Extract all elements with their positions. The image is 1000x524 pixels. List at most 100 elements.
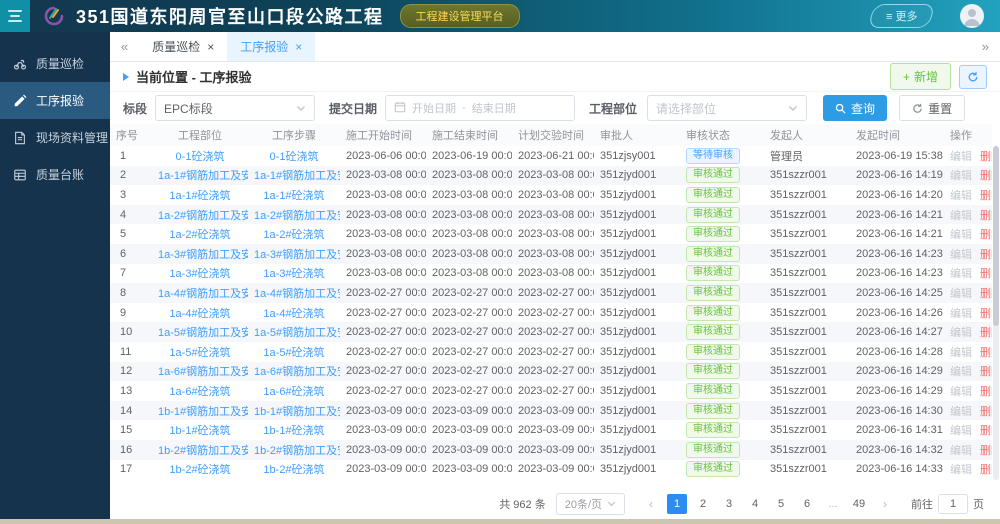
tab-0[interactable]: 质量巡检 × — [139, 32, 227, 61]
scrollbar-thumb[interactable] — [993, 146, 999, 326]
edit-action[interactable]: 编辑 — [950, 425, 972, 437]
page-button-4[interactable]: 4 — [745, 494, 765, 514]
step-link[interactable]: 1b-1#钢筋加工及安装 — [254, 406, 340, 418]
page-size-select[interactable]: 20条/页 — [555, 492, 625, 515]
edit-action[interactable]: 编辑 — [950, 347, 972, 359]
delete-action[interactable]: 删除 — [980, 347, 992, 359]
part-link[interactable]: 1a-4#砼浇筑 — [169, 308, 230, 320]
edit-action[interactable]: 编辑 — [950, 210, 972, 222]
vertical-scrollbar[interactable] — [993, 146, 999, 480]
edit-action[interactable]: 编辑 — [950, 229, 972, 241]
add-button[interactable]: + 新增 — [889, 63, 951, 90]
part-link[interactable]: 1a-2#钢筋加工及安装 — [158, 210, 248, 222]
step-link[interactable]: 1a-4#砼浇筑 — [263, 308, 324, 320]
page-button-1[interactable]: 1 — [667, 493, 687, 514]
step-link[interactable]: 1a-2#砼浇筑 — [263, 229, 324, 241]
edit-action[interactable]: 编辑 — [950, 464, 972, 476]
part-link[interactable]: 1a-1#砼浇筑 — [169, 190, 230, 202]
edit-action[interactable]: 编辑 — [950, 268, 972, 280]
delete-action[interactable]: 删除 — [980, 268, 992, 280]
edit-action[interactable]: 编辑 — [950, 170, 972, 182]
tab-close-icon[interactable]: × — [295, 41, 302, 53]
part-link[interactable]: 1a-3#砼浇筑 — [169, 268, 230, 280]
search-button[interactable]: 查询 — [823, 95, 888, 121]
user-avatar[interactable] — [960, 4, 984, 28]
tabs-collapse-icon[interactable]: « — [110, 39, 139, 54]
page-button-2[interactable]: 2 — [693, 494, 713, 514]
delete-action[interactable]: 删除 — [980, 229, 992, 241]
more-button[interactable]: ≡ 更多 — [867, 4, 936, 28]
refresh-button[interactable] — [959, 64, 987, 89]
reset-button[interactable]: 重置 — [899, 95, 966, 121]
part-link[interactable]: 1a-5#砼浇筑 — [169, 347, 230, 359]
delete-action[interactable]: 删除 — [980, 445, 992, 457]
delete-action[interactable]: 删除 — [980, 327, 992, 339]
delete-action[interactable]: 删除 — [980, 406, 992, 418]
sidebar-item-2[interactable]: 现场资料管理 — [0, 119, 110, 156]
delete-action[interactable]: 删除 — [980, 366, 992, 378]
goto-page-input[interactable] — [938, 493, 968, 514]
next-page-button[interactable]: › — [875, 494, 895, 514]
delete-action[interactable]: 删除 — [980, 190, 992, 202]
tab-1[interactable]: 工序报验 × — [227, 32, 316, 61]
sidebar-item-0[interactable]: 质量巡检 — [0, 45, 110, 82]
delete-action[interactable]: 删除 — [980, 288, 992, 300]
step-link[interactable]: 1b-2#砼浇筑 — [263, 464, 324, 476]
part-link[interactable]: 1b-2#砼浇筑 — [169, 464, 230, 476]
step-link[interactable]: 1a-1#砼浇筑 — [263, 190, 324, 202]
sidebar-item-1[interactable]: 工序报验 — [0, 82, 110, 119]
page-button-6[interactable]: 6 — [797, 494, 817, 514]
delete-action[interactable]: 删除 — [980, 308, 992, 320]
delete-action[interactable]: 删除 — [980, 425, 992, 437]
step-link[interactable]: 1a-1#钢筋加工及安装 — [254, 170, 340, 182]
edit-action[interactable]: 编辑 — [950, 308, 972, 320]
edit-action[interactable]: 编辑 — [950, 190, 972, 202]
delete-action[interactable]: 删除 — [980, 210, 992, 222]
step-link[interactable]: 1a-3#钢筋加工及安装 — [254, 249, 340, 261]
step-link[interactable]: 1a-6#砼浇筑 — [263, 386, 324, 398]
section-select[interactable]: EPC标段 — [155, 95, 316, 121]
part-link[interactable]: 0-1砼浇筑 — [176, 151, 225, 163]
delete-action[interactable]: 删除 — [980, 170, 992, 182]
part-link[interactable]: 1a-5#钢筋加工及安装 — [158, 327, 248, 339]
step-link[interactable]: 1a-5#钢筋加工及安装 — [254, 327, 340, 339]
edit-action[interactable]: 编辑 — [950, 151, 972, 163]
part-link[interactable]: 1a-3#钢筋加工及安装 — [158, 249, 248, 261]
delete-action[interactable]: 删除 — [980, 249, 992, 261]
delete-action[interactable]: 删除 — [980, 386, 992, 398]
part-link[interactable]: 1a-2#砼浇筑 — [169, 229, 230, 241]
edit-action[interactable]: 编辑 — [950, 327, 972, 339]
part-link[interactable]: 1b-2#钢筋加工及安装 — [158, 445, 248, 457]
prev-page-button[interactable]: ‹ — [641, 494, 661, 514]
step-link[interactable]: 1a-4#钢筋加工及安装 — [254, 288, 340, 300]
step-link[interactable]: 1a-5#砼浇筑 — [263, 347, 324, 359]
delete-action[interactable]: 删除 — [980, 151, 992, 163]
part-link[interactable]: 1a-6#钢筋加工及安装 — [158, 366, 248, 378]
page-button-3[interactable]: 3 — [719, 494, 739, 514]
part-select[interactable]: 请选择部位 — [647, 95, 808, 121]
step-link[interactable]: 1a-6#钢筋加工及安装 — [254, 366, 340, 378]
step-link[interactable]: 1a-3#砼浇筑 — [263, 268, 324, 280]
step-link[interactable]: 1b-1#砼浇筑 — [263, 425, 324, 437]
edit-action[interactable]: 编辑 — [950, 406, 972, 418]
edit-action[interactable]: 编辑 — [950, 445, 972, 457]
date-range-input[interactable]: 开始日期 - 结束日期 — [385, 95, 576, 121]
edit-action[interactable]: 编辑 — [950, 366, 972, 378]
page-button-5[interactable]: 5 — [771, 494, 791, 514]
menu-toggle-button[interactable] — [0, 0, 30, 32]
step-link[interactable]: 1b-2#钢筋加工及安装 — [254, 445, 340, 457]
tab-close-icon[interactable]: × — [207, 41, 214, 53]
part-link[interactable]: 1a-1#钢筋加工及安装 — [158, 170, 248, 182]
edit-action[interactable]: 编辑 — [950, 386, 972, 398]
edit-action[interactable]: 编辑 — [950, 249, 972, 261]
step-link[interactable]: 0-1砼浇筑 — [270, 151, 319, 163]
delete-action[interactable]: 删除 — [980, 464, 992, 476]
part-link[interactable]: 1a-4#钢筋加工及安装 — [158, 288, 248, 300]
edit-action[interactable]: 编辑 — [950, 288, 972, 300]
step-link[interactable]: 1a-2#钢筋加工及安装 — [254, 210, 340, 222]
part-link[interactable]: 1a-6#砼浇筑 — [169, 386, 230, 398]
page-button-49[interactable]: 49 — [849, 494, 869, 514]
part-link[interactable]: 1b-1#砼浇筑 — [169, 425, 230, 437]
part-link[interactable]: 1b-1#钢筋加工及安装 — [158, 406, 248, 418]
tabs-expand-icon[interactable]: » — [971, 39, 1000, 54]
